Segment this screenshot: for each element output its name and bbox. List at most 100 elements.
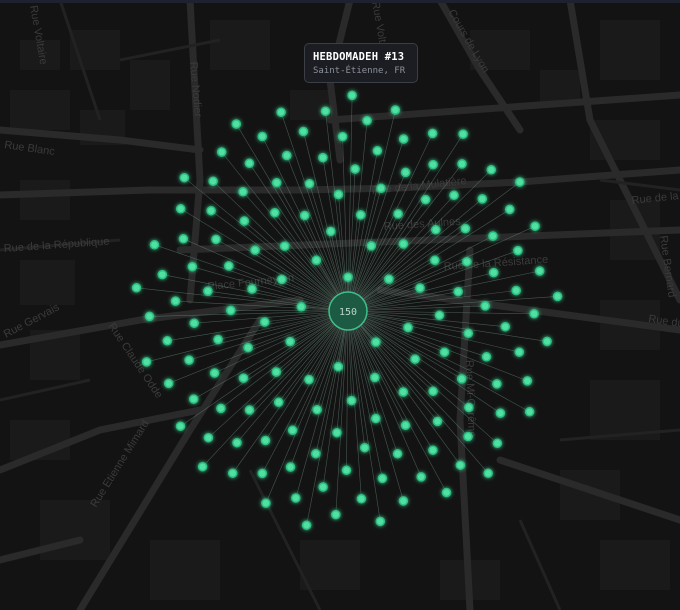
location-marker[interactable] [189,318,199,328]
location-marker[interactable] [529,309,539,319]
location-marker[interactable] [326,226,336,237]
location-marker[interactable] [434,310,445,321]
location-marker[interactable] [464,402,474,413]
location-marker[interactable] [279,241,290,251]
location-marker[interactable] [144,311,155,322]
location-marker[interactable] [250,245,260,255]
location-marker[interactable] [420,194,431,205]
location-marker[interactable] [259,317,270,327]
location-marker[interactable] [453,286,463,297]
location-marker[interactable] [481,352,492,362]
location-marker[interactable] [524,407,535,417]
location-marker[interactable] [343,272,353,282]
location-marker[interactable] [318,482,328,492]
location-marker[interactable] [504,204,515,215]
location-marker[interactable] [457,159,467,169]
location-marker[interactable] [356,494,367,504]
location-marker[interactable] [333,361,344,372]
location-marker[interactable] [398,387,409,397]
location-marker[interactable] [271,177,282,188]
location-marker[interactable] [341,465,352,476]
location-marker[interactable] [287,425,298,436]
location-marker[interactable] [428,159,438,170]
location-marker[interactable] [439,347,450,357]
location-marker[interactable] [428,445,438,455]
location-marker[interactable] [403,322,413,333]
location-marker[interactable] [416,472,426,482]
location-marker[interactable] [370,372,380,383]
location-marker[interactable] [355,210,366,220]
location-marker[interactable] [175,204,186,214]
location-marker[interactable] [178,234,189,244]
location-marker[interactable] [299,210,310,221]
location-marker[interactable] [333,189,344,200]
location-marker[interactable] [384,274,394,284]
location-marker[interactable] [542,336,552,347]
location-marker[interactable] [515,177,525,187]
location-marker[interactable] [366,241,377,251]
location-marker[interactable] [331,509,341,520]
location-marker[interactable] [238,187,248,197]
cluster-marker[interactable]: 150 [328,291,368,331]
location-marker[interactable] [392,449,403,459]
location-marker[interactable] [371,337,381,347]
location-marker[interactable] [398,134,409,144]
location-marker[interactable] [400,420,411,431]
location-marker[interactable] [231,119,242,129]
location-marker[interactable] [347,90,357,101]
location-marker[interactable] [175,421,186,431]
location-marker[interactable] [244,158,255,169]
location-marker[interactable] [359,442,370,453]
location-marker[interactable] [318,152,328,163]
location-marker[interactable] [431,225,441,235]
location-marker[interactable] [216,147,227,157]
location-marker[interactable] [197,461,208,472]
location-marker[interactable] [162,336,173,346]
location-marker[interactable] [486,165,497,175]
location-marker[interactable] [492,379,502,389]
location-marker[interactable] [179,172,190,183]
location-marker[interactable] [276,107,286,117]
location-marker[interactable] [320,106,331,116]
location-marker[interactable] [141,357,152,367]
location-marker[interactable] [224,261,234,271]
location-marker[interactable] [243,342,253,353]
location-marker[interactable] [131,283,142,293]
location-marker[interactable] [441,487,452,498]
location-marker[interactable] [311,448,321,459]
location-marker[interactable] [534,266,545,276]
location-marker[interactable] [430,255,440,266]
location-marker[interactable] [209,368,220,378]
location-marker[interactable] [495,408,506,418]
location-marker[interactable] [511,285,521,296]
location-marker[interactable] [239,216,250,226]
location-marker[interactable] [312,404,322,415]
location-marker[interactable] [462,256,472,267]
location-marker[interactable] [522,376,533,386]
location-marker[interactable] [304,178,315,189]
location-marker[interactable] [375,516,386,527]
location-marker[interactable] [260,435,271,446]
location-marker[interactable] [350,164,360,174]
location-marker[interactable] [261,498,271,508]
location-marker[interactable] [298,126,309,137]
location-marker[interactable] [232,437,242,448]
location-marker[interactable] [377,473,388,484]
location-marker[interactable] [456,374,467,384]
location-marker[interactable] [244,405,255,415]
location-marker[interactable] [226,305,236,316]
location-marker[interactable] [477,194,488,204]
location-marker[interactable] [428,386,438,397]
location-marker[interactable] [552,291,563,302]
location-marker[interactable] [211,234,221,245]
location-marker[interactable] [427,128,438,139]
location-marker[interactable] [291,493,301,503]
location-marker[interactable] [203,286,213,296]
location-marker[interactable] [393,209,403,219]
location-marker[interactable] [203,432,214,443]
location-marker[interactable] [163,378,174,389]
location-marker[interactable] [216,403,226,414]
location-marker[interactable] [184,355,194,365]
location-marker[interactable] [513,245,523,256]
location-marker[interactable] [530,221,540,231]
